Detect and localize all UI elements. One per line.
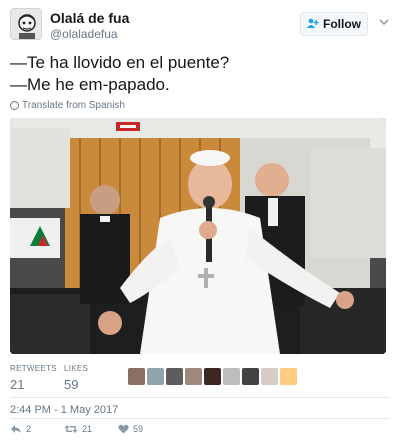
reply-icon: [10, 424, 22, 434]
author-name[interactable]: Olalá de fua: [50, 10, 129, 26]
like-button[interactable]: 59: [118, 424, 143, 434]
retweets-stat[interactable]: RETWEETS 21: [10, 364, 57, 392]
retweets-value: 21: [10, 377, 25, 392]
tweet-stats: RETWEETS 21 LIKES 59: [10, 364, 390, 396]
tweet-line-1: —Te ha llovido en el puente?: [10, 53, 230, 72]
likes-stat[interactable]: LIKES 59: [64, 364, 88, 392]
add-user-icon: [307, 18, 319, 31]
retweet-count: 21: [82, 424, 93, 434]
tweet-photo[interactable]: [10, 118, 386, 354]
tweet-actions: 2 21 59: [10, 424, 390, 438]
photo-illustration: [10, 118, 386, 354]
divider: [10, 418, 390, 419]
liker-avatar[interactable]: [204, 368, 221, 385]
liker-avatar[interactable]: [261, 368, 278, 385]
liker-avatar[interactable]: [223, 368, 240, 385]
tweet-text: —Te ha llovido en el puente? —Me he em-p…: [10, 52, 390, 96]
liker-avatar[interactable]: [128, 368, 145, 385]
likes-value: 59: [64, 377, 79, 392]
retweet-button[interactable]: 21: [64, 424, 92, 434]
likers-avatars: [128, 368, 297, 385]
like-count: 59: [133, 424, 144, 434]
liker-avatar[interactable]: [242, 368, 259, 385]
liker-avatar[interactable]: [147, 368, 164, 385]
liker-avatar[interactable]: [166, 368, 183, 385]
divider: [10, 397, 390, 398]
reply-count: 2: [26, 424, 32, 434]
chevron-down-icon[interactable]: [377, 16, 391, 30]
tweet-line-2: —Me he em-papado.: [10, 75, 170, 94]
reply-button[interactable]: 2: [10, 424, 31, 434]
globe-icon: [10, 101, 19, 110]
translate-label: Translate from Spanish: [22, 100, 126, 111]
retweet-icon: [64, 424, 78, 434]
follow-label: Follow: [323, 17, 361, 31]
heart-icon: [118, 424, 129, 434]
liker-avatar[interactable]: [185, 368, 202, 385]
follow-button[interactable]: Follow: [300, 12, 368, 36]
retweets-label: RETWEETS: [10, 364, 57, 373]
tweet-timestamp[interactable]: 2:44 PM - 1 May 2017: [10, 404, 118, 416]
translate-link[interactable]: Translate from Spanish: [10, 100, 125, 111]
liker-avatar[interactable]: [280, 368, 297, 385]
tweet-header: Olalá de fua @olaladefua Follow: [10, 8, 390, 44]
likes-label: LIKES: [64, 364, 89, 373]
author-handle[interactable]: @olaladefua: [50, 27, 118, 41]
avatar[interactable]: [10, 8, 42, 40]
